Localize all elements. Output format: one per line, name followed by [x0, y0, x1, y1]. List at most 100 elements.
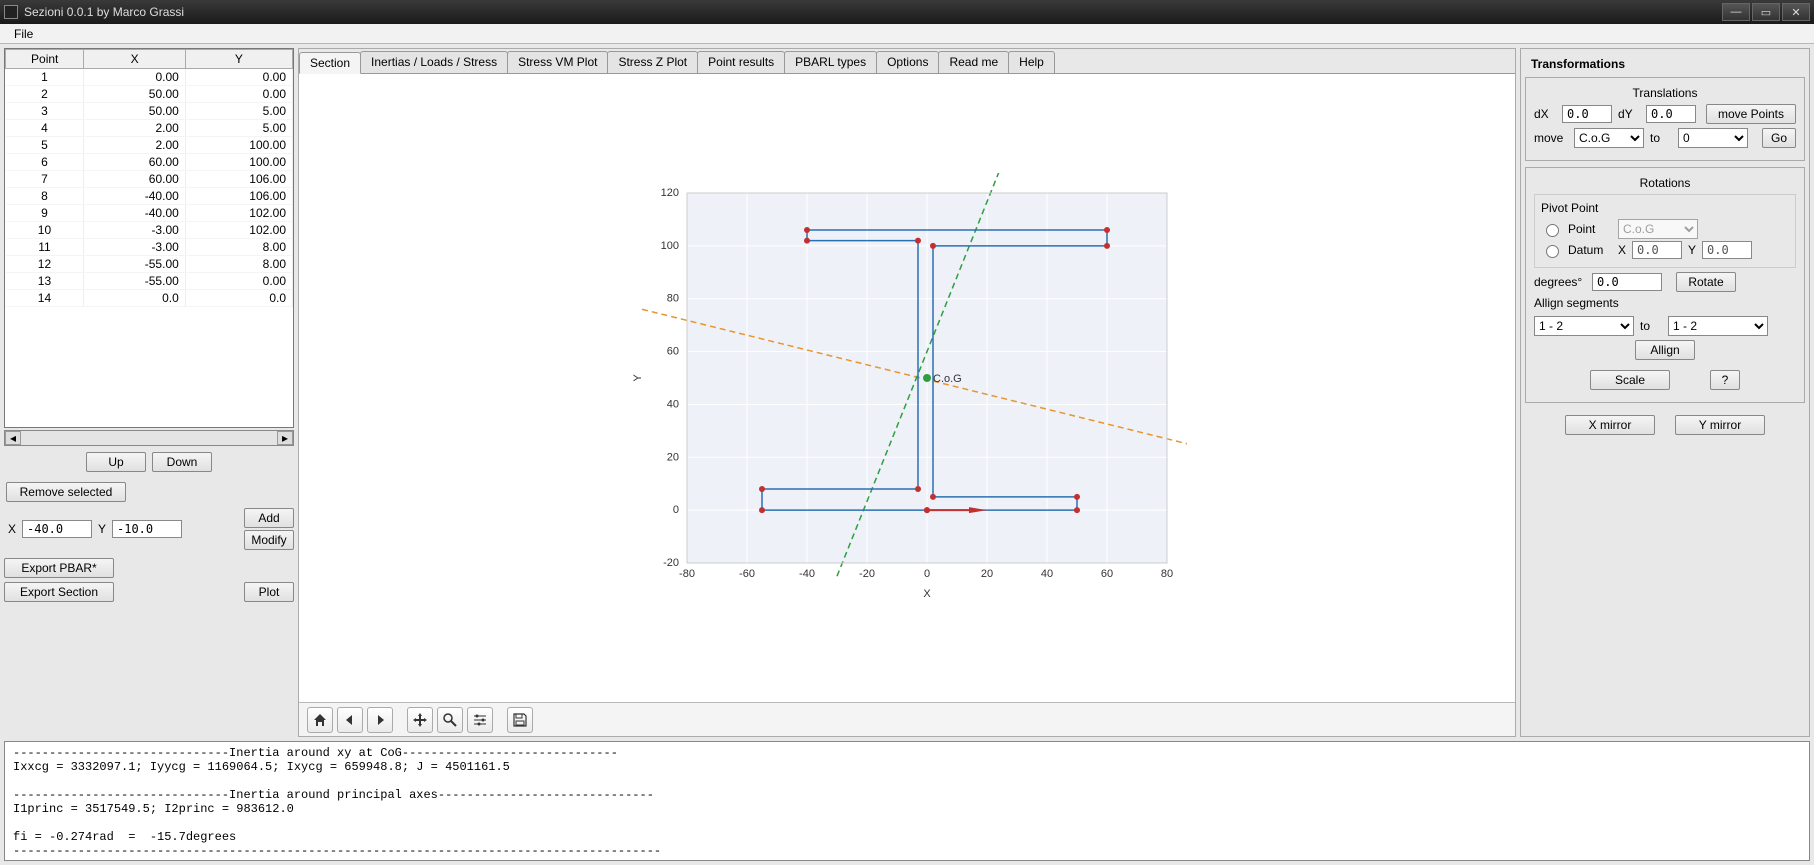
svg-text:40: 40	[1041, 568, 1053, 580]
degrees-input[interactable]	[1592, 273, 1662, 291]
section-chart: -80-60-40-20020406080-20020406080100120X…	[627, 173, 1187, 603]
svg-text:0: 0	[673, 504, 679, 516]
tab-inertias-loads-stress[interactable]: Inertias / Loads / Stress	[360, 51, 508, 73]
scroll-right-icon[interactable]: ▸	[277, 431, 293, 445]
pivot-datum-radio[interactable]	[1546, 245, 1559, 258]
align-to-select[interactable]: 1 - 2	[1668, 316, 1768, 336]
col-point[interactable]: Point	[6, 50, 84, 69]
plot-button[interactable]: Plot	[244, 582, 294, 602]
tab-section[interactable]: Section	[299, 52, 361, 74]
menu-file[interactable]: File	[6, 25, 41, 43]
table-row[interactable]: 12-55.008.00	[6, 256, 293, 273]
tab-stress-z-plot[interactable]: Stress Z Plot	[607, 51, 698, 73]
table-row[interactable]: 660.00100.00	[6, 154, 293, 171]
pan-icon[interactable]	[407, 707, 433, 733]
tab-pbarl-types[interactable]: PBARL types	[784, 51, 877, 73]
tab-bar: SectionInertias / Loads / StressStress V…	[299, 49, 1515, 74]
move-points-button[interactable]: move Points	[1706, 104, 1796, 124]
svg-text:80: 80	[1161, 568, 1173, 580]
col-y[interactable]: Y	[185, 50, 292, 69]
points-table[interactable]: Point X Y 10.000.00250.000.00350.005.004…	[4, 48, 294, 428]
scale-button[interactable]: Scale	[1590, 370, 1670, 390]
tab-point-results[interactable]: Point results	[697, 51, 785, 73]
window-titlebar: Sezioni 0.0.1 by Marco Grassi — ▭ ✕	[0, 0, 1814, 24]
align-title: Allign segments	[1534, 296, 1796, 310]
add-button[interactable]: Add	[244, 508, 294, 528]
tab-read-me[interactable]: Read me	[938, 51, 1009, 73]
pivot-x-label: X	[1618, 243, 1626, 257]
pivot-title: Pivot Point	[1541, 201, 1789, 215]
table-row[interactable]: 42.005.00	[6, 120, 293, 137]
forward-icon[interactable]	[367, 707, 393, 733]
x-mirror-button[interactable]: X mirror	[1565, 415, 1655, 435]
transformations-title: Transformations	[1525, 53, 1805, 71]
left-panel: Point X Y 10.000.00250.000.00350.005.004…	[4, 48, 294, 737]
pivot-point-select[interactable]: C.o.G	[1618, 219, 1698, 239]
table-row[interactable]: 11-3.008.00	[6, 239, 293, 256]
down-button[interactable]: Down	[152, 452, 212, 472]
remove-selected-button[interactable]: Remove selected	[6, 482, 126, 502]
to-label-2: to	[1640, 319, 1662, 333]
svg-text:100: 100	[661, 240, 679, 252]
tab-help[interactable]: Help	[1008, 51, 1055, 73]
table-row[interactable]: 140.00.0	[6, 290, 293, 307]
save-icon[interactable]	[507, 707, 533, 733]
back-icon[interactable]	[337, 707, 363, 733]
y-mirror-button[interactable]: Y mirror	[1675, 415, 1765, 435]
export-section-button[interactable]: Export Section	[4, 582, 114, 602]
pivot-y-label: Y	[1688, 243, 1696, 257]
table-row[interactable]: 13-55.000.00	[6, 273, 293, 290]
window-title: Sezioni 0.0.1 by Marco Grassi	[24, 5, 184, 19]
app-icon	[4, 5, 18, 19]
svg-text:60: 60	[1101, 568, 1113, 580]
maximize-button[interactable]: ▭	[1752, 3, 1780, 21]
pivot-point-radio[interactable]	[1546, 224, 1559, 237]
close-button[interactable]: ✕	[1782, 3, 1810, 21]
configure-icon[interactable]	[467, 707, 493, 733]
pivot-datum-label: Datum	[1568, 243, 1612, 257]
center-panel: SectionInertias / Loads / StressStress V…	[298, 48, 1516, 737]
minimize-button[interactable]: —	[1722, 3, 1750, 21]
dy-input[interactable]	[1646, 105, 1696, 123]
modify-button[interactable]: Modify	[244, 530, 294, 550]
up-button[interactable]: Up	[86, 452, 146, 472]
svg-text:-20: -20	[859, 568, 875, 580]
tab-stress-vm-plot[interactable]: Stress VM Plot	[507, 51, 608, 73]
go-button[interactable]: Go	[1762, 128, 1796, 148]
export-pbar-button[interactable]: Export PBAR*	[4, 558, 114, 578]
home-icon[interactable]	[307, 707, 333, 733]
plot-area[interactable]: -80-60-40-20020406080-20020406080100120X…	[299, 74, 1515, 702]
move-from-select[interactable]: C.o.G	[1574, 128, 1644, 148]
table-row[interactable]: 10-3.00102.00	[6, 222, 293, 239]
table-row[interactable]: 250.000.00	[6, 86, 293, 103]
table-row[interactable]: 10.000.00	[6, 69, 293, 86]
tab-options[interactable]: Options	[876, 51, 939, 73]
zoom-icon[interactable]	[437, 707, 463, 733]
svg-text:C.o.G: C.o.G	[933, 373, 962, 385]
y-input[interactable]	[112, 520, 182, 538]
rotate-button[interactable]: Rotate	[1676, 272, 1736, 292]
output-log[interactable]: ------------------------------Inertia ar…	[4, 741, 1810, 861]
pivot-y-input[interactable]	[1702, 241, 1752, 259]
dx-label: dX	[1534, 107, 1556, 121]
table-row[interactable]: 760.00106.00	[6, 171, 293, 188]
table-row[interactable]: 350.005.00	[6, 103, 293, 120]
x-input[interactable]	[22, 520, 92, 538]
table-hscrollbar[interactable]: ◂ ▸	[4, 430, 294, 446]
svg-text:-20: -20	[663, 557, 679, 569]
table-row[interactable]: 8-40.00106.00	[6, 188, 293, 205]
table-row[interactable]: 9-40.00102.00	[6, 205, 293, 222]
svg-text:-40: -40	[799, 568, 815, 580]
move-to-select[interactable]: 0	[1678, 128, 1748, 148]
dx-input[interactable]	[1562, 105, 1612, 123]
transformations-panel: Transformations Translations dX dY move …	[1520, 48, 1810, 737]
help-button[interactable]: ?	[1710, 370, 1740, 390]
align-from-select[interactable]: 1 - 2	[1534, 316, 1634, 336]
pivot-x-input[interactable]	[1632, 241, 1682, 259]
toolbar-separator	[497, 707, 503, 733]
table-row[interactable]: 52.00100.00	[6, 137, 293, 154]
col-x[interactable]: X	[84, 50, 185, 69]
scroll-left-icon[interactable]: ◂	[5, 431, 21, 445]
align-button[interactable]: Allign	[1635, 340, 1695, 360]
pivot-point-label: Point	[1568, 222, 1612, 236]
